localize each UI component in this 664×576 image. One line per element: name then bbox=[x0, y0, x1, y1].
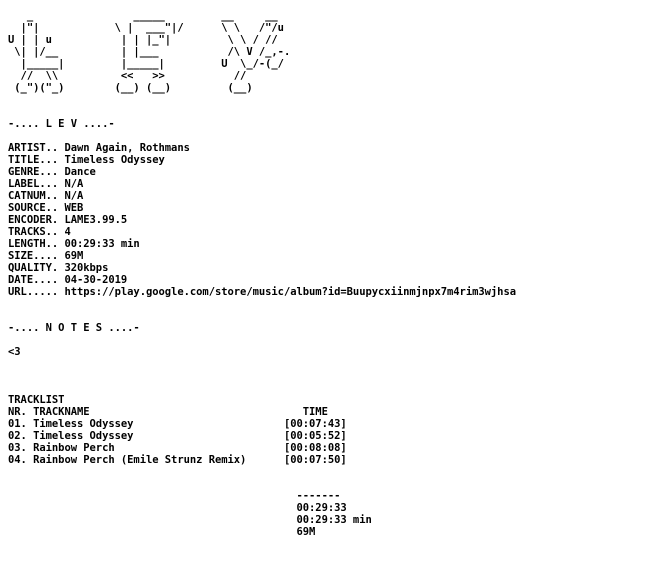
size-field: SIZE.... 69M bbox=[8, 250, 84, 262]
notes-header: -.... N O T E S ....- bbox=[8, 322, 140, 334]
total-size: 69M bbox=[8, 526, 316, 538]
total-time: 00:29:33 bbox=[8, 502, 347, 514]
group-header: -.... L E V ....- bbox=[8, 118, 115, 130]
tracklist-heading: TRACKLIST bbox=[8, 394, 65, 406]
ascii-art-line: |"| \ | ___"|/ \ \ /"/u bbox=[8, 22, 284, 34]
tracks-field: TRACKS.. 4 bbox=[8, 226, 71, 238]
track-row: 04. Rainbow Perch (Emile Strunz Remix) [… bbox=[8, 454, 347, 466]
total-separator: ------- bbox=[8, 490, 341, 502]
length-field: LENGTH.. 00:29:33 min bbox=[8, 238, 140, 250]
ascii-art-line: \| |/__ | |___ /\ V /_,-. bbox=[8, 46, 291, 58]
tracklist-column-headers: NR. TRACKNAME TIME bbox=[8, 406, 328, 418]
url-field: URL..... https://play.google.com/store/m… bbox=[8, 286, 516, 298]
catnum-field: CATNUM.. N/A bbox=[8, 190, 84, 202]
track-row: 02. Timeless Odyssey [00:05:52] bbox=[8, 430, 347, 442]
total-length: 00:29:33 min bbox=[8, 514, 372, 526]
ascii-art-line: _ _____ __ __ bbox=[8, 10, 278, 22]
genre-field: GENRE... Dance bbox=[8, 166, 96, 178]
date-field: DATE.... 04-30-2019 bbox=[8, 274, 128, 286]
title-field: TITLE... Timeless Odyssey bbox=[8, 154, 165, 166]
ascii-art-line: |_____| |_____| U \_/-(_/ bbox=[8, 58, 284, 70]
track-row: 01. Timeless Odyssey [00:07:43] bbox=[8, 418, 347, 430]
quality-field: QUALITY. 320kbps bbox=[8, 262, 109, 274]
nfo-document: _ _____ __ __ |"| \ | ___"|/ \ \ /"/u U |… bbox=[8, 10, 516, 538]
ascii-art-line: U | | u | | |_"| \ \ / // bbox=[8, 34, 278, 46]
ascii-art-line: (_")("_) (__) (__) (__) bbox=[8, 82, 253, 94]
encoder-field: ENCODER. LAME3.99.5 bbox=[8, 214, 128, 226]
notes-text: <3 bbox=[8, 346, 21, 358]
ascii-art-line: // \\ << >> // bbox=[8, 70, 247, 82]
label-field: LABEL... N/A bbox=[8, 178, 84, 190]
artist-field: ARTIST.. Dawn Again, Rothmans bbox=[8, 142, 190, 154]
source-field: SOURCE.. WEB bbox=[8, 202, 84, 214]
track-row: 03. Rainbow Perch [00:08:08] bbox=[8, 442, 347, 454]
